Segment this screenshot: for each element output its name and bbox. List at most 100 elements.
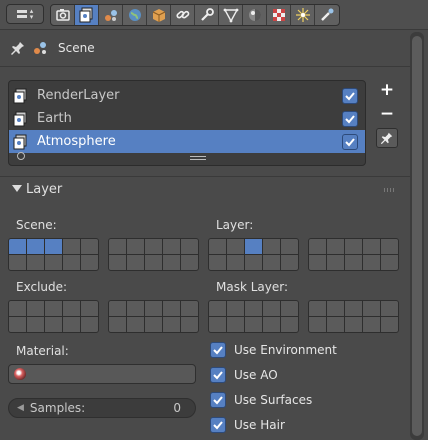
list-item-selected[interactable]: Atmosphere <box>9 130 365 153</box>
layer-toggle[interactable] <box>209 301 226 316</box>
layer-toggle[interactable] <box>63 239 80 254</box>
drag-handle[interactable] <box>384 188 396 192</box>
exclude-layers-grid-a[interactable] <box>8 300 99 333</box>
layer-toggle[interactable] <box>9 317 26 332</box>
layer-toggle[interactable] <box>281 239 298 254</box>
layer-toggle[interactable] <box>127 301 144 316</box>
tab-particles[interactable] <box>291 5 315 25</box>
layer-toggle[interactable] <box>227 239 244 254</box>
tab-texture[interactable] <box>267 5 291 25</box>
tab-constraints[interactable] <box>171 5 195 25</box>
layer-toggle[interactable] <box>27 301 44 316</box>
layer-toggle[interactable] <box>109 239 126 254</box>
layer-toggle[interactable] <box>9 301 26 316</box>
layer-toggle[interactable] <box>281 255 298 270</box>
layer-toggle[interactable] <box>181 239 198 254</box>
layer-toggle[interactable] <box>181 317 198 332</box>
use-environment-checkbox[interactable] <box>210 342 226 358</box>
enable-checkbox[interactable] <box>342 110 358 127</box>
layer-toggle[interactable] <box>63 255 80 270</box>
scene-layers-grid-b[interactable] <box>108 238 199 271</box>
layer-toggle[interactable] <box>345 239 362 254</box>
layer-toggle[interactable] <box>345 317 362 332</box>
pin-layer-button[interactable] <box>376 128 398 148</box>
layer-toggle[interactable] <box>227 317 244 332</box>
layer-toggle[interactable] <box>81 317 98 332</box>
use-surfaces-option[interactable]: Use Surfaces <box>210 392 312 408</box>
layer-toggle[interactable] <box>281 301 298 316</box>
scene-layers-grid-a[interactable] <box>8 238 99 271</box>
exclude-layers-grid-b[interactable] <box>108 300 199 333</box>
layer-toggle[interactable] <box>145 317 162 332</box>
use-hair-option[interactable]: Use Hair <box>210 417 285 433</box>
layer-toggle[interactable] <box>263 239 280 254</box>
list-item[interactable]: Earth <box>9 107 365 130</box>
layer-toggle[interactable] <box>209 239 226 254</box>
layer-toggle[interactable] <box>145 301 162 316</box>
layer-toggle[interactable] <box>127 317 144 332</box>
layer-toggle[interactable] <box>281 317 298 332</box>
layer-toggle[interactable] <box>209 317 226 332</box>
layer-toggle[interactable] <box>245 317 262 332</box>
layer-toggle[interactable] <box>327 255 344 270</box>
layer-toggle[interactable] <box>127 255 144 270</box>
tab-render-layers[interactable] <box>75 5 99 25</box>
layer-toggle[interactable] <box>363 239 380 254</box>
mask-layers-grid-a[interactable] <box>208 300 299 333</box>
layer-toggle[interactable] <box>309 255 326 270</box>
layer-toggle[interactable] <box>163 317 180 332</box>
layer-toggle[interactable] <box>381 255 398 270</box>
layer-toggle[interactable] <box>345 301 362 316</box>
tab-modifiers[interactable] <box>195 5 219 25</box>
layer-toggle[interactable] <box>245 239 262 254</box>
layer-toggle[interactable] <box>363 317 380 332</box>
layer-toggle[interactable] <box>381 301 398 316</box>
layer-toggle[interactable] <box>81 239 98 254</box>
layer-toggle[interactable] <box>363 255 380 270</box>
tab-object[interactable] <box>147 5 171 25</box>
layer-toggle[interactable] <box>145 255 162 270</box>
layer-toggle[interactable] <box>81 255 98 270</box>
enable-checkbox[interactable] <box>342 133 358 150</box>
list-item[interactable]: RenderLayer <box>9 84 365 107</box>
layer-toggle[interactable] <box>45 239 62 254</box>
collapse-triangle-icon[interactable] <box>12 185 22 192</box>
layer-toggle[interactable] <box>81 301 98 316</box>
layer-toggle[interactable] <box>327 239 344 254</box>
layer-toggle[interactable] <box>327 317 344 332</box>
layer-toggle[interactable] <box>163 255 180 270</box>
layer-toggle[interactable] <box>245 255 262 270</box>
layer-toggle[interactable] <box>309 301 326 316</box>
tab-scene[interactable] <box>99 5 123 25</box>
layer-layers-grid-a[interactable] <box>208 238 299 271</box>
layer-toggle[interactable] <box>9 239 26 254</box>
tab-world[interactable] <box>123 5 147 25</box>
layer-toggle[interactable] <box>227 255 244 270</box>
use-hair-checkbox[interactable] <box>210 417 226 433</box>
layer-toggle[interactable] <box>363 301 380 316</box>
layer-toggle[interactable] <box>263 301 280 316</box>
layer-toggle[interactable] <box>181 301 198 316</box>
editor-type-button[interactable]: ▴ ▾ <box>6 4 44 24</box>
layer-toggle[interactable] <box>45 255 62 270</box>
enable-checkbox[interactable] <box>342 87 358 104</box>
layer-toggle[interactable] <box>63 301 80 316</box>
layer-toggle[interactable] <box>309 239 326 254</box>
layer-toggle[interactable] <box>181 255 198 270</box>
material-field[interactable] <box>8 364 196 384</box>
tab-material[interactable] <box>243 5 267 25</box>
layer-toggle[interactable] <box>109 317 126 332</box>
remove-layer-button[interactable]: − <box>376 104 398 124</box>
layer-toggle[interactable] <box>345 255 362 270</box>
layer-toggle[interactable] <box>63 317 80 332</box>
layer-toggle[interactable] <box>127 239 144 254</box>
layer-toggle[interactable] <box>381 317 398 332</box>
decrement-arrow-icon[interactable]: ◀ <box>17 403 24 413</box>
tab-data[interactable] <box>219 5 243 25</box>
layer-toggle[interactable] <box>45 301 62 316</box>
use-ao-option[interactable]: Use AO <box>210 367 278 383</box>
layer-toggle[interactable] <box>9 255 26 270</box>
use-surfaces-checkbox[interactable] <box>210 392 226 408</box>
layer-toggle[interactable] <box>109 255 126 270</box>
layer-layers-grid-b[interactable] <box>308 238 399 271</box>
